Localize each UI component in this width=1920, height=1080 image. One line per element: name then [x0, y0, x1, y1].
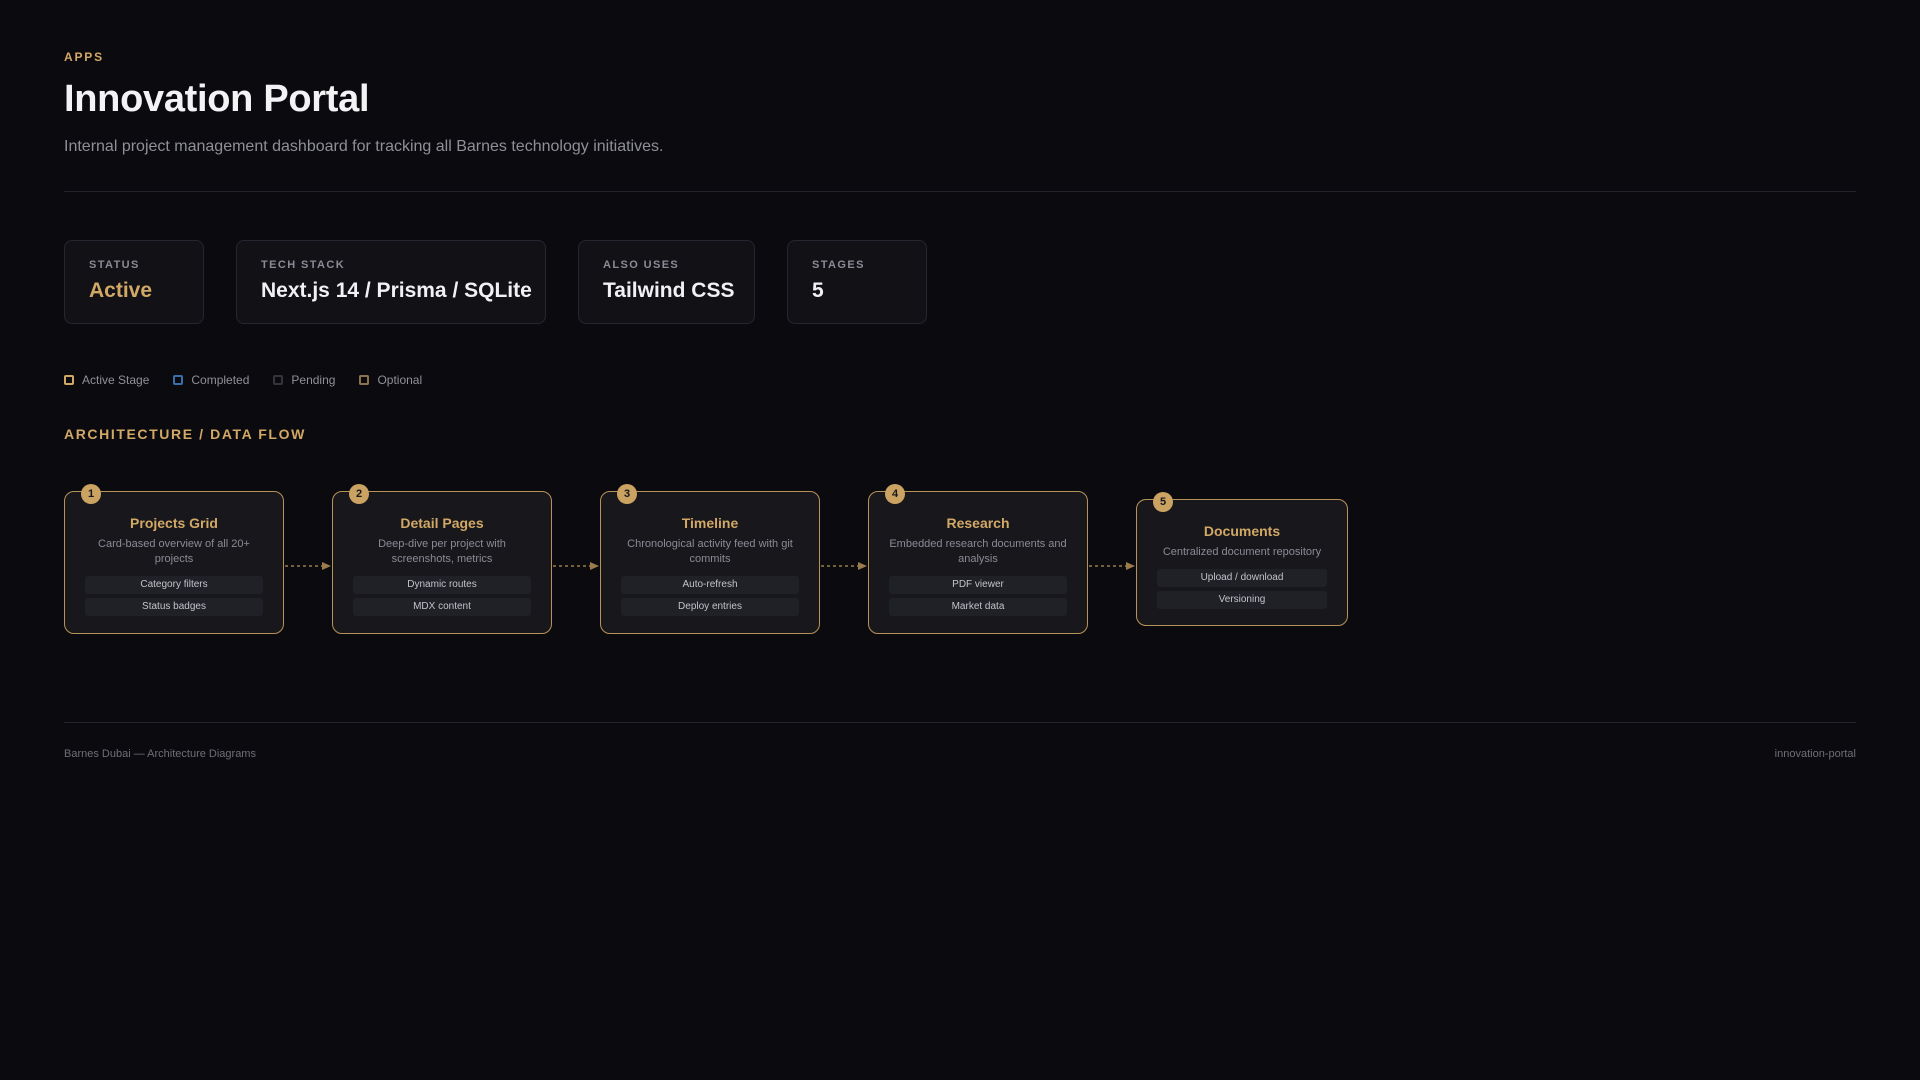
status-value: Active — [89, 279, 153, 302]
legend-item-pending: Pending — [273, 373, 335, 387]
legend-item-optional: Optional — [359, 373, 422, 387]
node-tag: Status badges — [85, 598, 263, 616]
legend-item-active: Active Stage — [64, 373, 149, 387]
stat-card-stages: STAGES 5 — [787, 240, 927, 324]
node-tags: Category filters Status badges — [65, 576, 283, 616]
node-title: Projects Grid — [130, 515, 218, 531]
flow-arrow-icon — [1089, 562, 1135, 570]
node-tag: Dynamic routes — [353, 576, 531, 594]
footer-slug: innovation-portal — [1774, 748, 1856, 760]
node-tags: Auto-refresh Deploy entries — [601, 576, 819, 616]
node-description: Embedded research documents and analysis — [889, 538, 1067, 565]
flow-node-research[interactable]: 4 Research Embedded research documents a… — [868, 484, 1088, 634]
node-title: Research — [946, 515, 1010, 531]
completed-swatch-icon — [173, 375, 184, 385]
page-subtitle: Internal project management dashboard fo… — [64, 138, 664, 155]
node-tag: Category filters — [85, 576, 263, 594]
active-swatch-icon — [64, 375, 74, 385]
node-tags: Upload / download Versioning — [1137, 569, 1347, 609]
flow-node-detail-pages[interactable]: 2 Detail Pages Deep-dive per project wit… — [332, 484, 552, 634]
node-tag: Deploy entries — [621, 598, 799, 616]
stat-label: TECH STACK — [261, 259, 346, 271]
node-tag: Versioning — [1157, 591, 1327, 609]
footer-credit: Barnes Dubai — Architecture Diagrams — [64, 748, 256, 760]
node-tag: Upload / download — [1157, 569, 1327, 587]
node-tag: Market data — [889, 598, 1067, 616]
section-title: ARCHITECTURE / DATA FLOW — [64, 426, 306, 442]
stat-label: ALSO USES — [603, 259, 680, 271]
node-title: Detail Pages — [400, 515, 484, 531]
optional-swatch-icon — [359, 375, 370, 385]
node-description: Centralized document repository — [1162, 546, 1322, 558]
flow-node-timeline[interactable]: 3 Timeline Chronological activity feed w… — [600, 484, 820, 634]
legend: Active Stage Completed Pending Optional — [64, 373, 422, 387]
also-uses-value: Tailwind CSS — [603, 279, 735, 302]
tech-stack-value: Next.js 14 / Prisma / SQLite — [261, 279, 532, 302]
flow-node-projects-grid[interactable]: 1 Projects Grid Card-based overview of a… — [64, 484, 284, 634]
node-tag: MDX content — [353, 598, 531, 616]
node-number-badge: 1 — [81, 484, 101, 504]
legend-label: Optional — [377, 373, 423, 387]
header-divider — [64, 191, 1856, 192]
node-number-badge: 4 — [885, 484, 905, 504]
data-flow-diagram: 1 Projects Grid Card-based overview of a… — [64, 484, 1464, 641]
flow-node-documents[interactable]: 5 Documents Centralized document reposit… — [1136, 492, 1348, 626]
node-number-badge: 5 — [1153, 492, 1173, 512]
stat-card-status: STATUS Active — [64, 240, 204, 324]
flow-arrow-icon — [285, 562, 331, 570]
legend-label: Active Stage — [82, 373, 150, 387]
node-number-badge: 3 — [617, 484, 637, 504]
stat-card-also-uses: ALSO USES Tailwind CSS — [578, 240, 755, 324]
flow-arrow-icon — [553, 562, 599, 570]
node-description: Chronological activity feed with git com… — [627, 538, 793, 565]
node-tags: Dynamic routes MDX content — [333, 576, 551, 616]
node-tags: PDF viewer Market data — [869, 576, 1087, 616]
stat-label: STATUS — [89, 259, 140, 271]
page-title: Innovation Portal — [64, 78, 370, 120]
legend-label: Completed — [191, 373, 250, 387]
node-tag: PDF viewer — [889, 576, 1067, 594]
legend-item-completed: Completed — [173, 373, 249, 387]
pending-swatch-icon — [273, 375, 284, 385]
eyebrow-label: APPS — [64, 50, 104, 64]
flow-arrow-icon — [821, 562, 867, 570]
node-description: Card-based overview of all 20+ projects — [98, 538, 250, 565]
node-tag: Auto-refresh — [621, 576, 799, 594]
legend-label: Pending — [291, 373, 336, 387]
node-title: Timeline — [681, 515, 739, 531]
node-number-badge: 2 — [349, 484, 369, 504]
stages-value: 5 — [812, 279, 824, 302]
stat-card-tech-stack: TECH STACK Next.js 14 / Prisma / SQLite — [236, 240, 546, 324]
stats-row: STATUS Active TECH STACK Next.js 14 / Pr… — [64, 240, 927, 324]
node-description: Deep-dive per project with screenshots, … — [378, 538, 506, 565]
footer-divider — [64, 722, 1856, 723]
node-title: Documents — [1203, 523, 1281, 539]
stat-label: STAGES — [812, 259, 865, 271]
